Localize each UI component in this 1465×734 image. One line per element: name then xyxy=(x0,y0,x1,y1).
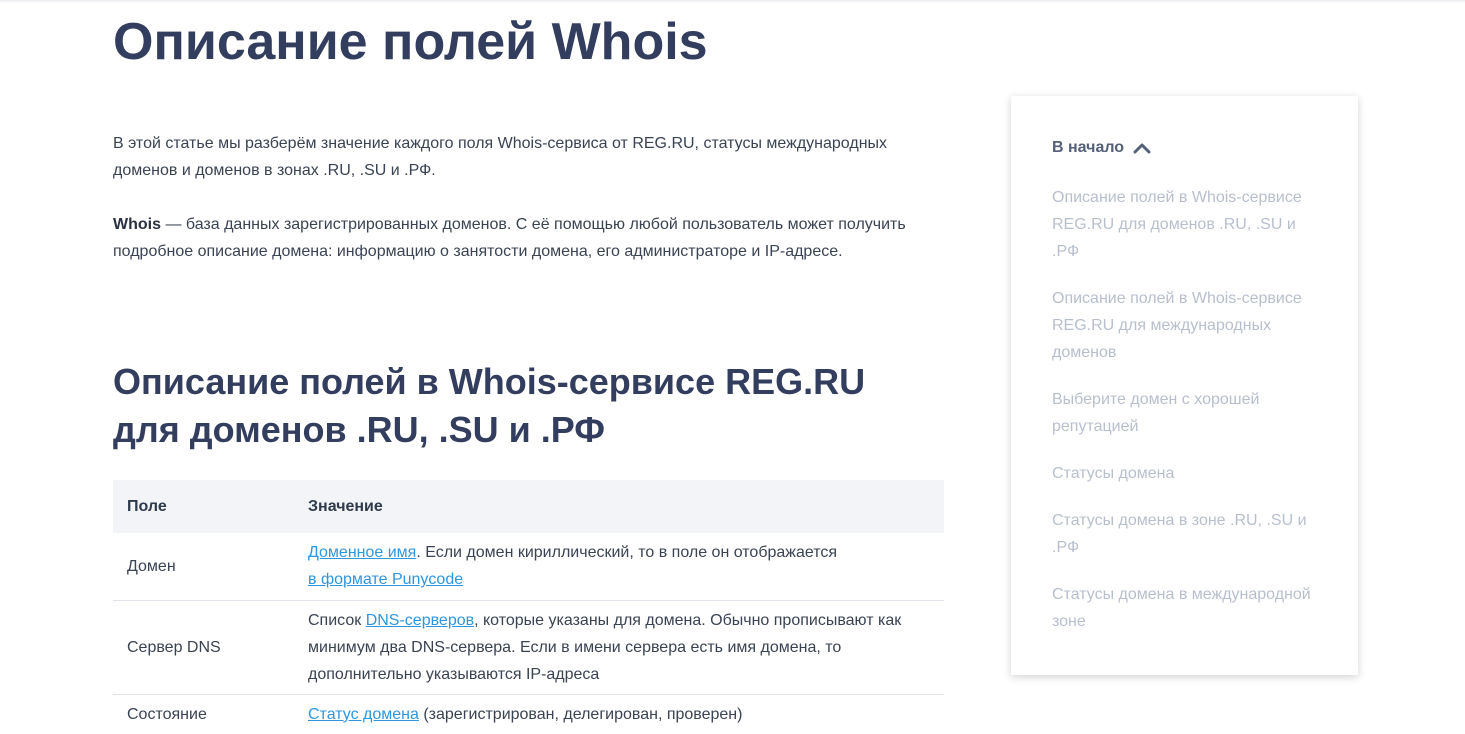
row-field: Состояние xyxy=(127,705,207,723)
toc-item[interactable]: Описание полей в Whois-сервисе REG.RU дл… xyxy=(1052,285,1327,366)
toc-item[interactable]: Статусы домена в зоне .RU, .SU и .РФ xyxy=(1052,507,1327,561)
whois-fields-table: Поле Значение Домен Доменное имя. Если д… xyxy=(113,480,944,734)
row-value-text: (зарегистрирован, делегирован, проверен) xyxy=(418,705,743,723)
page-title: Описание полей Whois xyxy=(113,13,708,71)
back-to-top-link[interactable]: В начало xyxy=(1052,139,1152,157)
back-to-top-label: В начало xyxy=(1052,139,1125,156)
section-title: Описание полей в Whois-сервисе REG.RU дл… xyxy=(113,361,866,450)
header-value: Значение xyxy=(294,480,944,533)
top-shadow xyxy=(0,0,1465,3)
table-row: Состояние Статус домена (зарегистрирован… xyxy=(113,694,944,734)
domain-name-link[interactable]: Доменное имя xyxy=(308,544,416,561)
table-row: Домен Доменное имя. Если домен кирилличе… xyxy=(113,533,944,601)
punycode-link[interactable]: в формате Punycode xyxy=(308,571,463,588)
whois-definition-text: — база данных зарегистрированных доменов… xyxy=(113,216,906,260)
toc-item[interactable]: Выберите домен с хорошей репутацией xyxy=(1052,386,1327,440)
toc-item[interactable]: Описание полей в Whois-сервисе REG.RU дл… xyxy=(1052,184,1327,265)
row-field: Домен xyxy=(113,533,294,601)
row-value-pre: Список xyxy=(308,611,366,629)
header-field: Поле xyxy=(113,480,294,533)
table-row: Сервер DNS Список DNS-серверов, которые … xyxy=(113,600,944,695)
row-value: Доменное имя. Если домен кириллический, … xyxy=(294,533,944,601)
table-of-contents: В начало Описание полей в Whois-сервисе … xyxy=(1011,96,1358,675)
row-field: Сервер DNS xyxy=(113,600,294,695)
table-header-row: Поле Значение xyxy=(113,480,944,533)
intro-paragraph: В этой статье мы разберём значение каждо… xyxy=(113,135,888,179)
toc-list: Описание полей в Whois-сервисе REG.RU дл… xyxy=(1052,184,1327,655)
row-value: Статус домена (зарегистрирован, делегиро… xyxy=(294,694,944,734)
whois-term: Whois xyxy=(113,216,161,233)
row-value: Список DNS-серверов, которые указаны для… xyxy=(294,600,944,695)
row-value-text: . Если домен кириллический, то в поле он… xyxy=(416,544,838,562)
chevron-up-icon xyxy=(1133,143,1151,154)
toc-item[interactable]: Статусы домена xyxy=(1052,460,1327,487)
toc-item[interactable]: Статусы домена в международной зоне xyxy=(1052,581,1327,635)
dns-servers-link[interactable]: DNS-серверов xyxy=(366,612,474,629)
whois-definition-paragraph: Whois — база данных зарегистрированных д… xyxy=(113,211,944,265)
domain-status-link[interactable]: Статус домена xyxy=(308,706,419,723)
